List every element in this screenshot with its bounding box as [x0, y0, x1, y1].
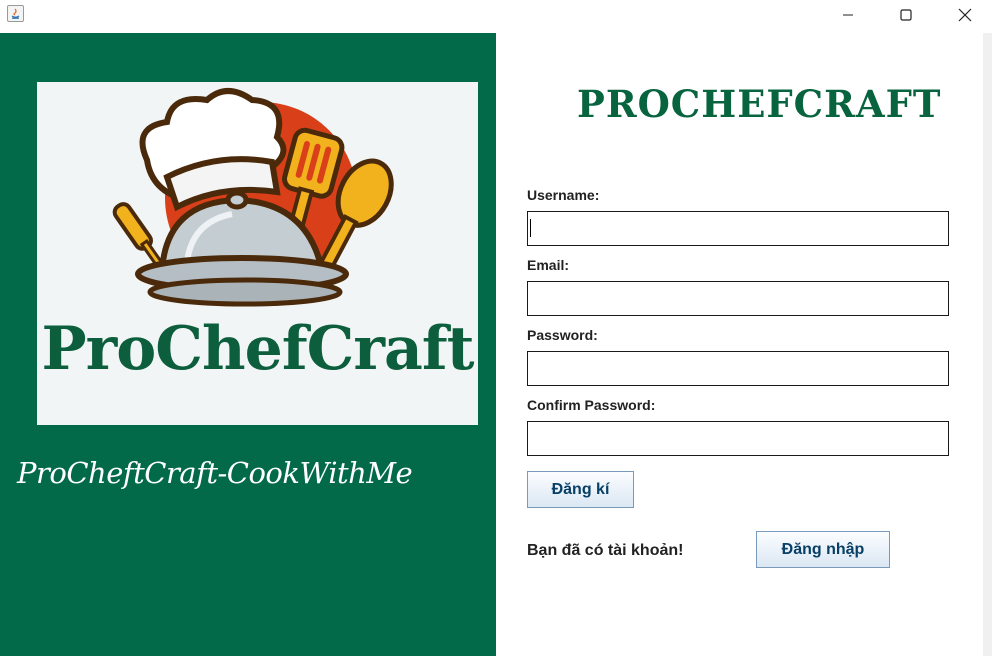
- text-caret: [530, 219, 531, 237]
- password-label: Password:: [527, 327, 598, 343]
- page-title: PROCHEFCRAFT: [577, 82, 942, 126]
- username-label: Username:: [527, 187, 600, 203]
- have-account-text: Bạn đã có tài khoản!: [527, 542, 684, 559]
- username-input[interactable]: [527, 211, 949, 246]
- login-button[interactable]: Đăng nhập: [756, 531, 890, 568]
- confirm-password-input[interactable]: [527, 421, 949, 456]
- minimize-button[interactable]: [825, 0, 871, 30]
- register-button[interactable]: Đăng kí: [527, 471, 634, 508]
- window-titlebar: [0, 0, 992, 33]
- confirm-password-label: Confirm Password:: [527, 397, 656, 413]
- window-edge: [983, 33, 992, 656]
- chef-hat-cloche-icon: [112, 88, 394, 307]
- java-app-icon: [7, 5, 24, 22]
- signup-panel: [496, 33, 983, 656]
- close-icon: [958, 8, 972, 22]
- email-label: Email:: [527, 257, 570, 273]
- minimize-icon: [843, 14, 853, 16]
- email-input[interactable]: [527, 281, 949, 316]
- logo-wordmark: ProChefCraft: [41, 314, 475, 384]
- close-button[interactable]: [942, 0, 988, 30]
- tagline: ProCheftCraft-CookWithMe: [17, 456, 413, 490]
- logo-image: ProChefCraft: [37, 82, 478, 425]
- maximize-button[interactable]: [883, 0, 929, 30]
- branding-panel: ProChefCraft ProCheftCraft-CookWithMe: [0, 33, 496, 656]
- maximize-icon: [900, 9, 912, 21]
- password-input[interactable]: [527, 351, 949, 386]
